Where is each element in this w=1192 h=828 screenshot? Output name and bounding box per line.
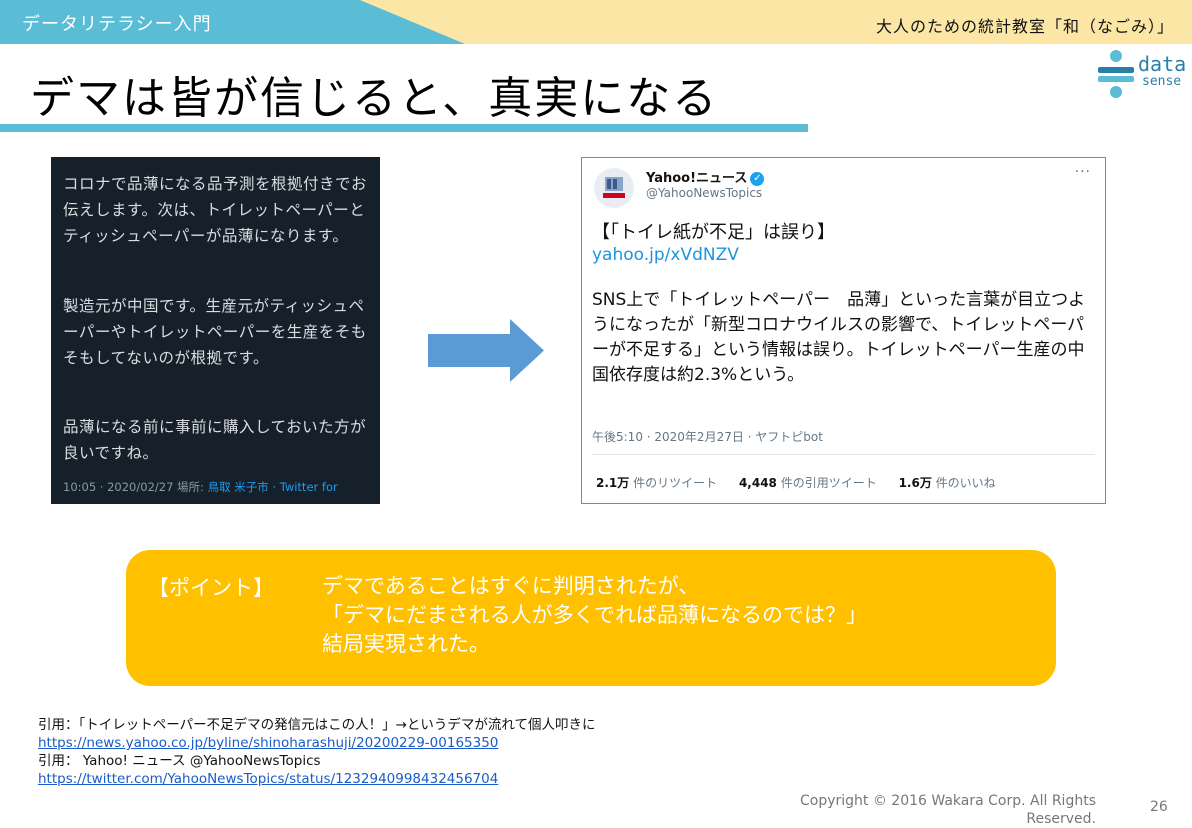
point-line: デマであることはすぐに判明されたが、 xyxy=(322,574,700,598)
more-icon[interactable]: ··· xyxy=(1075,164,1091,180)
page-title: デマは皆が信じると、真実になる xyxy=(30,73,719,124)
page-number: 26 xyxy=(1150,799,1168,815)
tweet-heading: 【「トイレ紙が不足」は誤り】 xyxy=(592,222,835,243)
verified-icon: ✓ xyxy=(750,171,765,186)
tweet-stats: 2.1万 件のリツイート 4,448 件の引用ツイート 1.6万 件のいいね xyxy=(596,474,1014,491)
point-callout: 【ポイント】 デマであることはすぐに判明されたが、 「デマにだまされる人が多くで… xyxy=(126,550,1056,686)
logo-word-sense: sense xyxy=(1142,74,1182,89)
like-stat[interactable]: 1.6万 件のいいね xyxy=(899,476,996,490)
point-label: 【ポイント】 xyxy=(148,576,274,600)
right-arrow-icon xyxy=(428,319,544,382)
citation-link[interactable]: https://news.yahoo.co.jp/byline/shinohar… xyxy=(38,735,498,751)
rumor-paragraph: 製造元が中国です。生産元がティッシュペーパーやトイレットペーパーを生産をそもそも… xyxy=(63,297,367,367)
tweet-body: SNS上で「トイレットペーパー 品薄」といった言葉が目立つようになったが「新型コ… xyxy=(592,290,1086,385)
retweet-stat[interactable]: 2.1万 件のリツイート xyxy=(596,476,717,490)
rumor-time: 10:05 · 2020/02/27 場所: xyxy=(63,480,204,494)
citation-text: 引用： Yahoo! ニュース @YahooNewsTopics xyxy=(38,753,321,769)
datasense-logo: data sense xyxy=(1096,48,1190,100)
copyright: Copyright © 2016 Wakara Corp. All Rights… xyxy=(800,793,1096,827)
classroom-label: 大人のための統計教室「和（なごみ）」 xyxy=(875,17,1174,36)
tweet-link[interactable]: yahoo.jp/xVdNZV xyxy=(592,245,739,265)
course-label: データリテラシー入門 xyxy=(22,14,212,35)
rumor-tweet-image: コロナで品薄になる品予測を根拠付きでお伝えします。次は、トイレットペーパーとティ… xyxy=(51,157,380,504)
title-underline xyxy=(0,124,808,132)
avatar xyxy=(594,168,634,208)
point-line: 結局実現された。 xyxy=(322,632,490,656)
point-text: デマであることはすぐに判明されたが、 「デマにだまされる人が多くでれば品薄になる… xyxy=(322,572,867,659)
rumor-tweet-meta: 10:05 · 2020/02/27 場所: 鳥取 米子市 · Twitter … xyxy=(63,479,338,495)
rumor-paragraph: 品薄になる前に事前に購入しておいた方が良いですね。 xyxy=(63,418,367,462)
citation-text: 引用：「トイレットペーパー不足デマの発信元はこの人！」→というデマが流れて個人叩… xyxy=(38,717,596,733)
logo-mark-icon xyxy=(1098,50,1134,98)
rumor-paragraph: コロナで品薄になる品予測を根拠付きでお伝えします。次は、トイレットペーパーとティ… xyxy=(63,175,368,245)
tweet-timestamp[interactable]: 午後5:10 · 2020年2月27日 · ヤフトピbot xyxy=(592,428,823,445)
account-handle[interactable]: @YahooNewsTopics xyxy=(646,186,762,200)
account-name[interactable]: Yahoo!ニュース ✓ xyxy=(646,167,765,186)
yahoo-news-avatar-icon xyxy=(603,177,625,198)
point-line: 「デマにだまされる人が多くでれば品薄になるのでは？」 xyxy=(322,603,867,627)
citation-link[interactable]: https://twitter.com/YahooNewsTopics/stat… xyxy=(38,771,498,787)
rumor-location: 鳥取 米子市 xyxy=(207,480,269,494)
divider xyxy=(592,454,1095,455)
rumor-source: · Twitter for xyxy=(268,480,338,494)
logo-word-data: data xyxy=(1138,52,1187,76)
yahoo-tweet-card: Yahoo!ニュース ✓ @YahooNewsTopics ··· 【「トイレ紙が… xyxy=(581,157,1106,504)
citations: 引用：「トイレットペーパー不足デマの発信元はこの人！」→というデマが流れて個人叩… xyxy=(38,716,596,788)
quote-stat[interactable]: 4,448 件の引用ツイート xyxy=(739,476,877,490)
